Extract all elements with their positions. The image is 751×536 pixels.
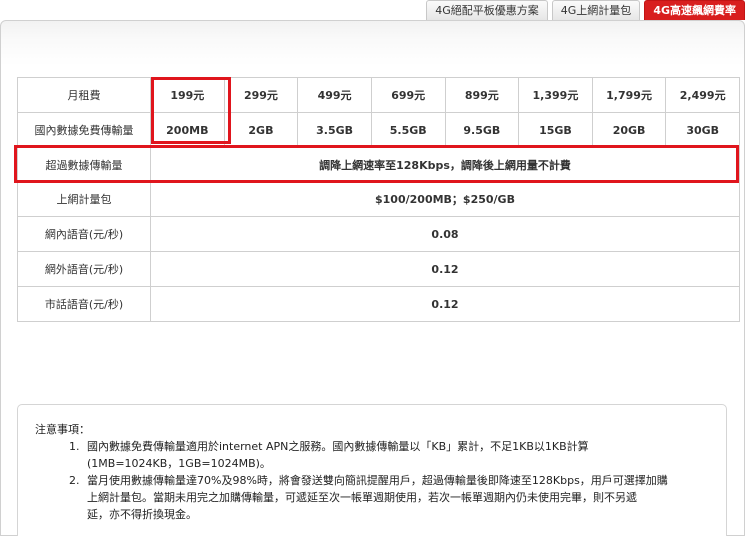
table-row-monthly-fee: 月租費 199元 299元 499元 699元 899元 1,399元 1,79… [17,77,740,113]
list-item: 1. 國內數據免費傳輸量適用於internet APN之服務。國內數據傳輸量以「… [69,438,710,472]
row-header-on-net-voice: 網內語音(元/秒) [17,216,151,252]
table-cell: 調降上網速率至128Kbps，調降後上網用量不計費 [150,147,740,182]
table-row-off-net-voice: 網外語音(元/秒) 0.12 [17,251,740,287]
list-item-line: 當月使用數據傳輸量達70%及98%時，將會發送雙向簡訊提醒用戶，超過傳輸量後即降… [87,474,668,487]
table-row-landline-voice: 市話語音(元/秒) 0.12 [17,286,740,322]
table-cell: 20GB [591,112,667,148]
table-cell: 5.5GB [370,112,446,148]
row-header-overage: 超過數據傳輸量 [17,147,151,182]
table-cell: 0.12 [150,251,740,287]
list-item-line: (1MB=1024KB，1GB=1024MB)。 [87,457,271,470]
table-cell: $100/200MB；$250/GB [150,181,740,217]
table-row-overage: 超過數據傳輸量 調降上網速率至128Kbps，調降後上網用量不計費 [17,147,740,182]
tab-tablet-plan[interactable]: 4G絕配平板優惠方案 [426,0,548,20]
table-cell: 899元 [444,77,520,113]
table-cell: 200MB [150,112,225,148]
table-cell: 499元 [297,77,372,113]
table-cell: 2,499元 [665,77,740,113]
table-row-free-data: 國內數據免費傳輸量 200MB 2GB 3.5GB 5.5GB 9.5GB 15… [17,112,740,148]
list-item-line: 國內數據免費傳輸量適用於internet APN之服務。國內數據傳輸量以「KB」… [87,440,589,453]
table-cell: 199元 [150,77,225,113]
list-item: 2. 當月使用數據傳輸量達70%及98%時，將會發送雙向簡訊提醒用戶，超過傳輸量… [69,472,710,523]
list-item-line: 上網計量包。當期未用完之加購傳輸量，可遞延至次一帳單週期使用，若次一帳單週期內仍… [87,491,637,504]
list-item-number: 1. [69,440,80,453]
notes-title: 注意事項： [35,423,90,436]
tab-data-pack[interactable]: 4G上網計量包 [551,0,641,20]
row-header-landline-voice: 市話語音(元/秒) [17,286,151,322]
table-cell: 0.12 [150,286,740,322]
table-row-data-pack: 上網計量包 $100/200MB；$250/GB [17,181,740,217]
tab-bar: 4G絕配平板優惠方案 4G上網計量包 4G高速飆網費率 [426,0,745,21]
table-cell: 30GB [665,112,740,148]
table-cell: 299元 [223,77,299,113]
notes-box: 注意事項： 1. 國內數據免費傳輸量適用於internet APN之服務。國內數… [17,404,727,536]
row-header-monthly-fee: 月租費 [17,77,151,113]
table-cell: 15GB [518,112,593,148]
table-cell: 2GB [223,112,299,148]
row-header-free-data: 國內數據免費傳輸量 [17,112,151,148]
row-header-off-net-voice: 網外語音(元/秒) [17,251,151,287]
list-item-line: 延，亦不得折換現金。 [87,508,197,521]
table-cell: 1,799元 [591,77,667,113]
table-row-on-net-voice: 網內語音(元/秒) 0.08 [17,216,740,252]
table-cell: 1,399元 [518,77,593,113]
table-cell: 3.5GB [297,112,372,148]
list-item-number: 2. [69,474,80,487]
tab-high-speed-rates[interactable]: 4G高速飆網費率 [644,0,745,20]
row-header-data-pack: 上網計量包 [17,181,151,217]
rates-table: 月租費 199元 299元 499元 699元 899元 1,399元 1,79… [17,77,740,322]
notes-list: 1. 國內數據免費傳輸量適用於internet APN之服務。國內數據傳輸量以「… [69,438,710,523]
table-cell: 699元 [370,77,446,113]
table-cell: 9.5GB [444,112,520,148]
table-cell: 0.08 [150,216,740,252]
